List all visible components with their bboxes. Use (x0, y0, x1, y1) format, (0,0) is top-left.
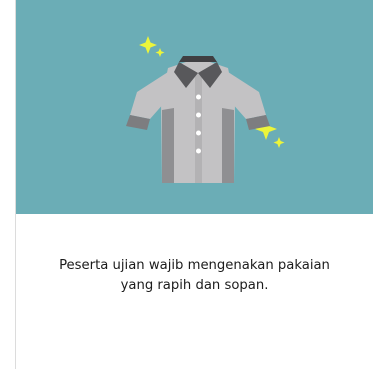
shirt-icon (126, 56, 270, 183)
rule-card: Peserta ujian wajib mengenakan pakaian y… (15, 0, 373, 369)
illustration-banner (16, 0, 373, 214)
sparkle-icon (139, 36, 165, 57)
rule-caption: Peserta ujian wajib mengenakan pakaian y… (59, 258, 330, 293)
shirt-illustration (126, 36, 285, 183)
